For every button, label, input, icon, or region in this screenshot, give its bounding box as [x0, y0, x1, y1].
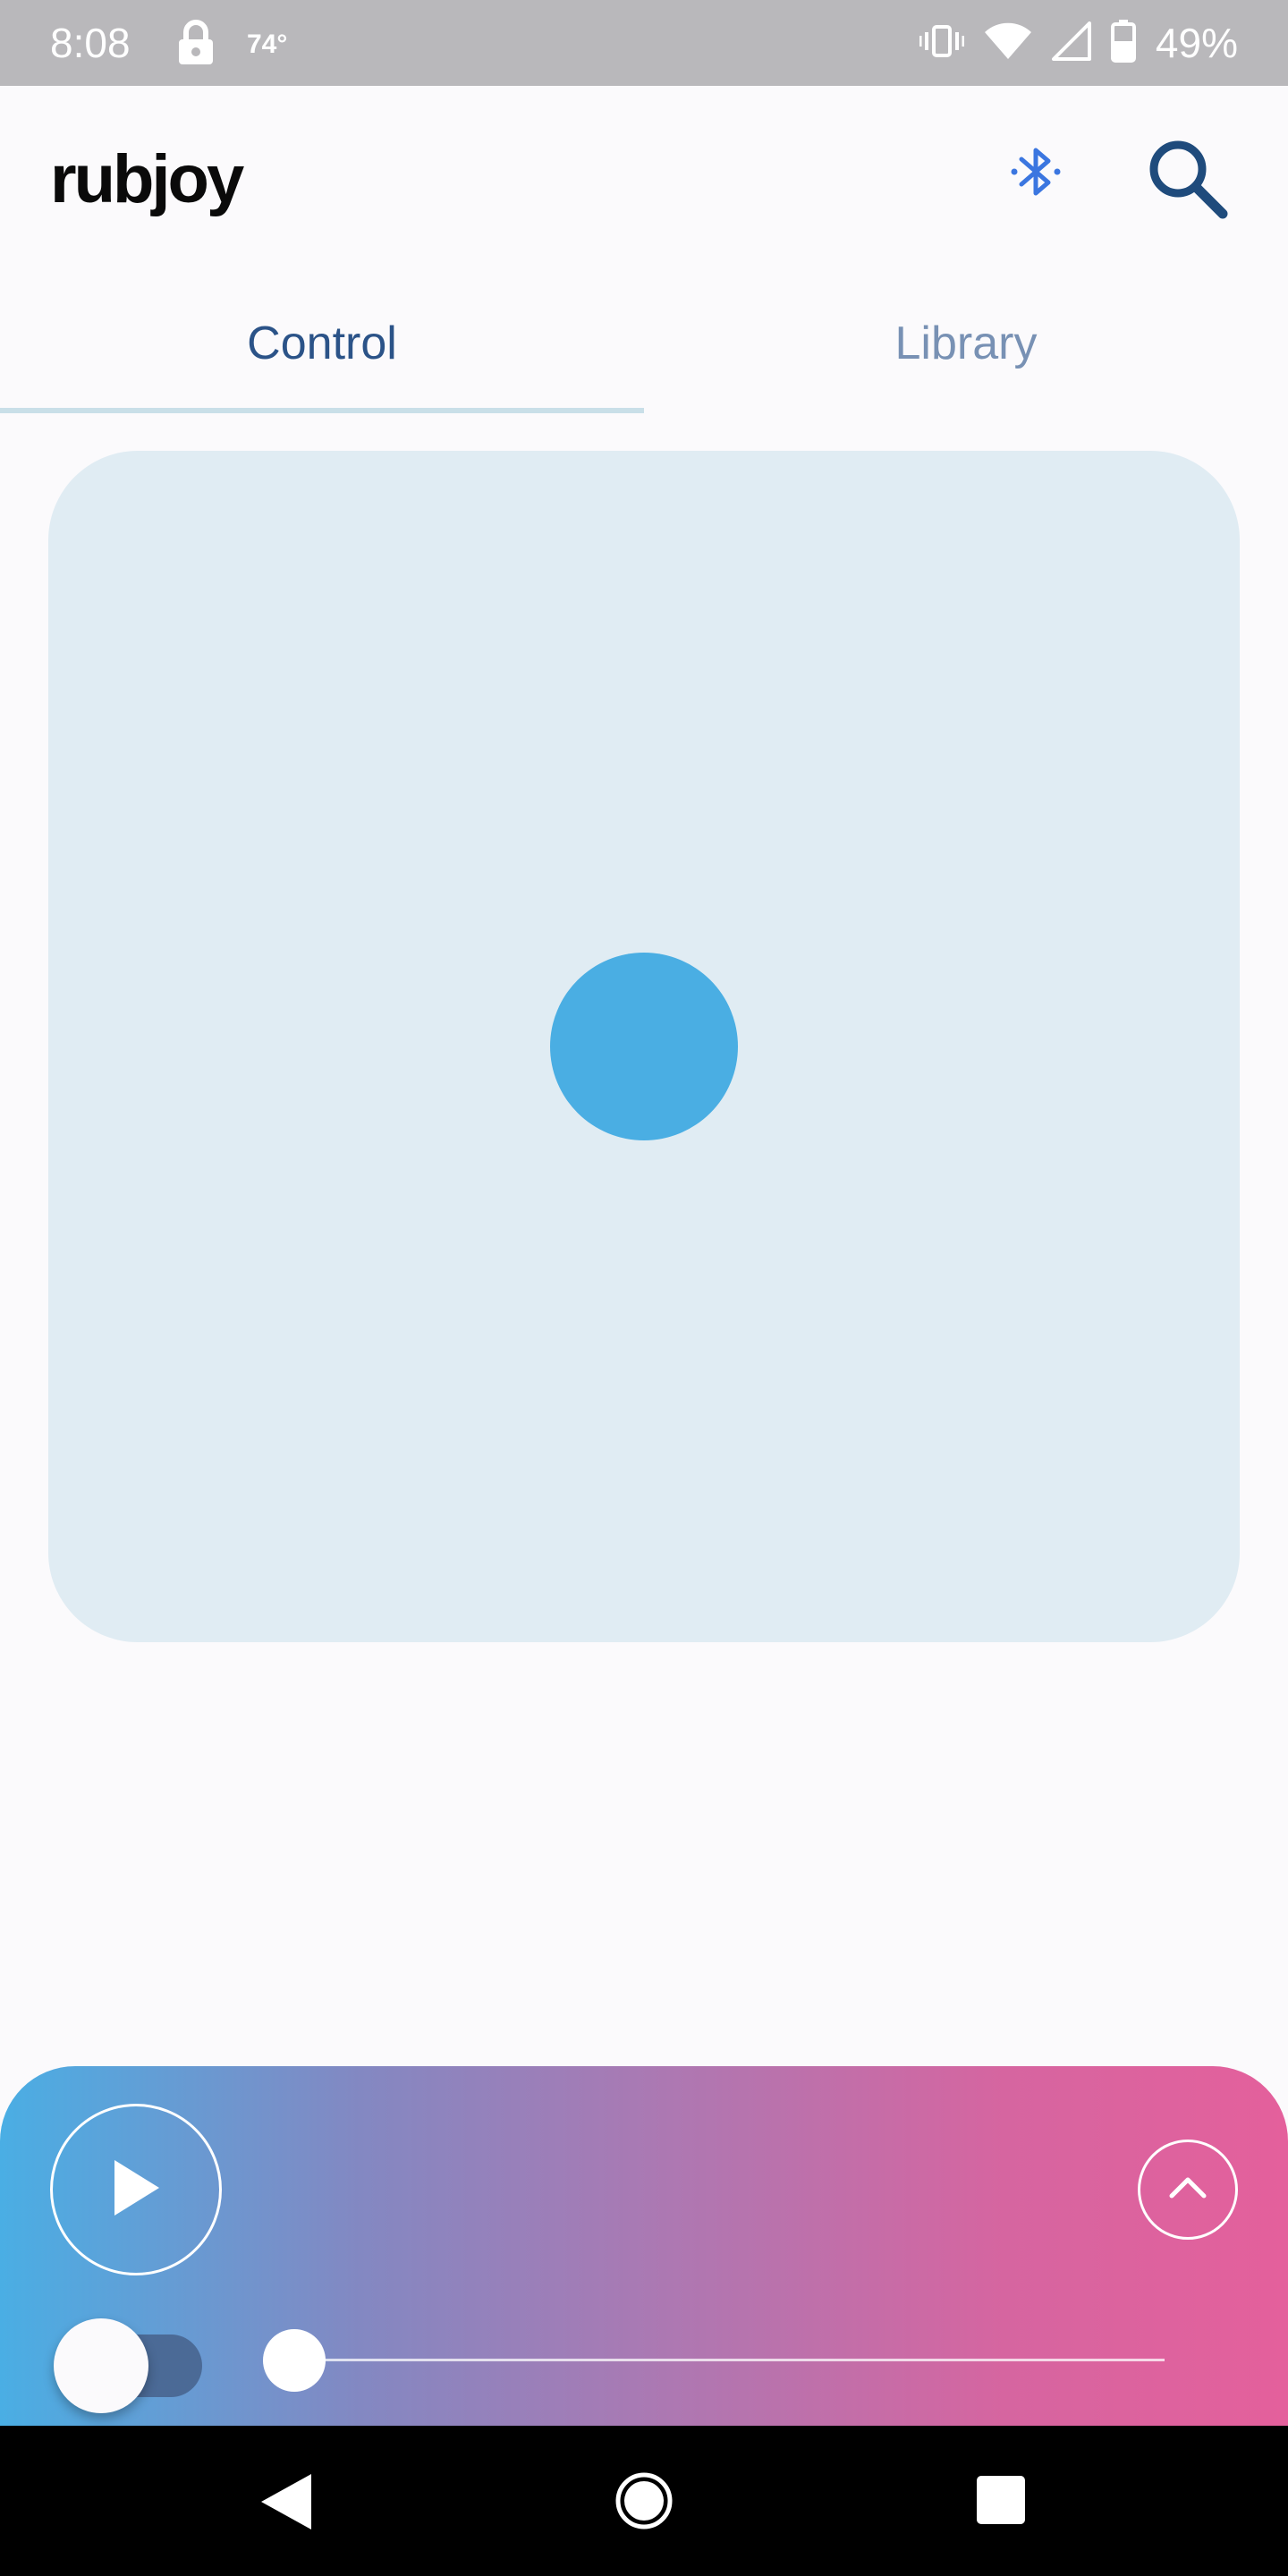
status-icons: 49% — [919, 16, 1238, 70]
wifi-icon — [984, 21, 1032, 65]
lock-icon — [177, 20, 215, 66]
status-time: 8:08 — [50, 20, 131, 66]
player-panel — [0, 2066, 1288, 2426]
recents-icon — [975, 2476, 1027, 2529]
bluetooth-icon — [1009, 143, 1063, 205]
search-button[interactable] — [1138, 131, 1236, 229]
slider-thumb[interactable] — [263, 2329, 326, 2392]
back-button[interactable] — [258, 2470, 320, 2533]
play-icon — [109, 2157, 163, 2224]
back-icon — [258, 2474, 320, 2537]
home-button[interactable] — [614, 2470, 674, 2531]
tab-library[interactable]: Library — [644, 274, 1288, 413]
intensity-slider[interactable] — [263, 2317, 1165, 2402]
control-pad[interactable] — [48, 451, 1240, 1642]
navigation-bar — [0, 2426, 1288, 2576]
mode-toggle[interactable] — [54, 2304, 204, 2413]
app-logo: rubjoy — [50, 141, 244, 217]
tab-bar: Control Library — [0, 274, 1288, 413]
status-bar: 8:08 74° 49% — [0, 0, 1288, 86]
app-header: rubjoy — [0, 86, 1288, 274]
control-knob[interactable] — [550, 953, 738, 1140]
bluetooth-button[interactable] — [1000, 138, 1072, 209]
vibrate-icon — [919, 23, 965, 64]
status-temperature: 74° — [247, 30, 288, 59]
battery-icon — [1110, 19, 1136, 67]
tab-control[interactable]: Control — [0, 274, 644, 413]
search-icon — [1144, 135, 1230, 225]
recents-button[interactable] — [975, 2474, 1027, 2526]
expand-button[interactable] — [1138, 2140, 1238, 2240]
battery-percent: 49% — [1155, 20, 1238, 66]
play-button[interactable] — [50, 2104, 222, 2275]
chevron-up-icon — [1168, 2174, 1208, 2206]
slider-track — [295, 2359, 1165, 2361]
signal-icon — [1051, 21, 1091, 65]
toggle-thumb — [54, 2318, 148, 2413]
home-icon — [614, 2472, 674, 2535]
